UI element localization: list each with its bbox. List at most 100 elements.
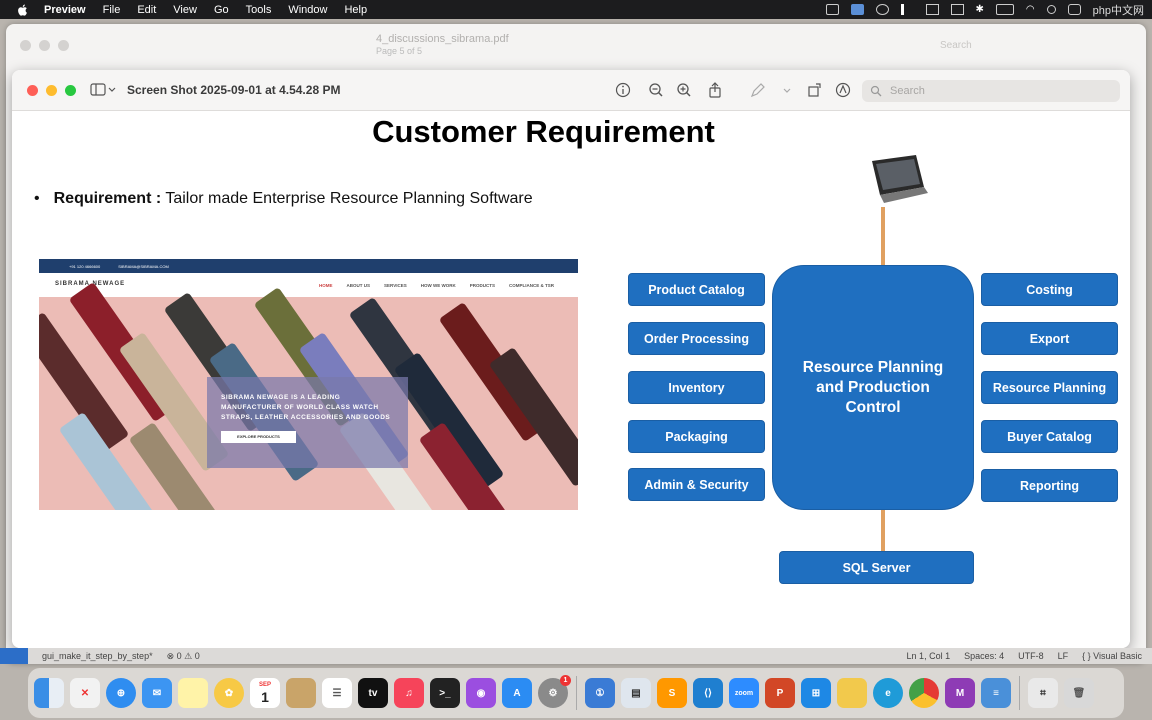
laptop-icon xyxy=(872,155,928,203)
screenshot-icon[interactable]: ⌗ xyxy=(1028,678,1058,708)
wifi-icon[interactable]: ◠ xyxy=(1026,4,1035,15)
share-icon[interactable] xyxy=(706,81,724,99)
bluetooth-icon[interactable]: ✱ xyxy=(976,4,984,15)
right-box-resource-planning: Resource Planning xyxy=(981,371,1118,404)
pen-icon[interactable] xyxy=(825,4,839,15)
preview-icon[interactable]: ▤ xyxy=(621,678,651,708)
apple-icon[interactable] xyxy=(16,3,30,17)
requirement-text: Tailor made Enterprise Resource Planning… xyxy=(165,190,533,207)
trash-icon[interactable]: 🗑 xyxy=(1064,678,1094,708)
appstore-icon[interactable]: A xyxy=(502,678,532,708)
left-box-admin-security: Admin & Security xyxy=(628,468,765,501)
info-icon[interactable] xyxy=(614,81,632,99)
website-explore-button: EXPLORE PRODUCTS xyxy=(221,431,296,443)
git-branch[interactable]: gui_make_it_step_by_step* xyxy=(42,651,153,661)
dock-separator xyxy=(576,676,577,710)
chevron-down-icon[interactable] xyxy=(778,81,796,99)
notes2-icon[interactable]: ≡ xyxy=(981,678,1011,708)
remote-indicator[interactable] xyxy=(0,648,28,664)
background-window-title: 4_discussions_sibrama.pdf xyxy=(376,33,509,45)
calendar-icon[interactable]: SEP 1 xyxy=(250,678,280,708)
zoom-icon[interactable]: zoom xyxy=(729,678,759,708)
sublime-status-icon[interactable] xyxy=(900,4,914,15)
minimize-window-button[interactable] xyxy=(46,85,57,96)
website-email: SIBRAMA@SIBRAMA.COM xyxy=(118,263,169,269)
cursor-position[interactable]: Ln 1, Col 1 xyxy=(907,651,951,661)
annotate-icon[interactable] xyxy=(834,81,852,99)
terminal-icon[interactable]: >_ xyxy=(430,678,460,708)
website-phone: +91 120 4666600 xyxy=(69,263,101,269)
vscode-icon[interactable]: ⟨⟩ xyxy=(693,678,723,708)
encoding[interactable]: UTF-8 xyxy=(1018,651,1044,661)
editor-status-bar: gui_make_it_step_by_step* ⊗ 0 ⚠ 0 Ln 1, … xyxy=(0,648,1152,664)
podcasts-icon[interactable]: ◉ xyxy=(466,678,496,708)
folder-icon[interactable] xyxy=(837,678,867,708)
connector-top xyxy=(881,207,885,265)
problems-count[interactable]: ⊗ 0 ⚠ 0 xyxy=(167,651,200,662)
chrome-icon[interactable] xyxy=(909,678,939,708)
background-traffic-lights xyxy=(20,40,69,51)
right-box-reporting: Reporting xyxy=(981,469,1118,502)
line-ending[interactable]: LF xyxy=(1058,651,1069,661)
window-icon[interactable] xyxy=(925,4,939,15)
menu-window[interactable]: Window xyxy=(288,4,327,16)
menu-file[interactable]: File xyxy=(103,4,121,16)
notes-icon[interactable] xyxy=(178,678,208,708)
menu-help[interactable]: Help xyxy=(344,4,367,16)
left-box-product-catalog: Product Catalog xyxy=(628,273,765,306)
menu-edit[interactable]: Edit xyxy=(137,4,156,16)
menu-bar: Preview File Edit View Go Tools Window H… xyxy=(0,0,1152,19)
sidebar-toggle-icon[interactable] xyxy=(90,82,118,98)
zoom-out-icon[interactable] xyxy=(647,81,665,99)
menu-view[interactable]: View xyxy=(173,4,197,16)
requirement-label: Requirement : xyxy=(53,190,162,207)
rotate-icon[interactable] xyxy=(806,81,824,99)
sublime-icon[interactable]: S xyxy=(657,678,687,708)
spotlight-icon[interactable] xyxy=(1046,5,1056,14)
search-icon xyxy=(870,85,882,97)
display-icon[interactable] xyxy=(950,4,964,15)
dock: ✕ ⊕ ✉ ✿ SEP 1 ☰ tv ♫ >_ ◉ A ⚙ 1 ① ▤ S ⟨⟩ … xyxy=(28,668,1124,718)
powerpoint-icon[interactable]: P xyxy=(765,678,795,708)
calendar-month: SEP xyxy=(258,682,271,688)
center-box: Resource Planning and Production Control xyxy=(772,265,974,510)
music-icon[interactable]: ♫ xyxy=(394,678,424,708)
reminders-icon[interactable]: ☰ xyxy=(322,678,352,708)
onepassword-icon[interactable]: ① xyxy=(585,678,615,708)
mail-icon[interactable]: ✉ xyxy=(142,678,172,708)
photos-icon[interactable]: ✿ xyxy=(214,678,244,708)
preview-window: Screen Shot 2025-09-01 at 4.54.28 PM Sea… xyxy=(12,70,1130,648)
launchpad-icon[interactable]: ✕ xyxy=(70,678,100,708)
finder-icon[interactable] xyxy=(34,678,64,708)
control-center-icon[interactable] xyxy=(1067,4,1081,15)
maple-icon[interactable]: M xyxy=(945,678,975,708)
left-box-order-processing: Order Processing xyxy=(628,322,765,355)
background-search-field[interactable]: Search xyxy=(918,36,1118,56)
markup-pen-icon[interactable] xyxy=(749,81,767,99)
battery-icon[interactable] xyxy=(995,4,1014,15)
website-hero-text: SIBRAMA NEWAGE IS A LEADING MANUFACTURER… xyxy=(221,394,391,421)
zoom-in-icon[interactable] xyxy=(675,81,693,99)
calendar-status-icon[interactable] xyxy=(850,4,864,15)
right-box-export: Export xyxy=(981,322,1118,355)
background-toolbar: 4_discussions_sibrama.pdf Page 5 of 5 Se… xyxy=(6,24,1146,68)
website-hero-overlay: SIBRAMA NEWAGE IS A LEADING MANUFACTURER… xyxy=(207,377,408,468)
right-box-buyer-catalog: Buyer Catalog xyxy=(981,420,1118,453)
search-input[interactable]: Search xyxy=(862,80,1120,102)
appletv-icon[interactable]: tv xyxy=(358,678,388,708)
menu-go[interactable]: Go xyxy=(214,4,229,16)
menu-app-name[interactable]: Preview xyxy=(44,4,86,16)
indentation[interactable]: Spaces: 4 xyxy=(964,651,1004,661)
close-window-button[interactable] xyxy=(27,85,38,96)
menu-tools[interactable]: Tools xyxy=(246,4,272,16)
windows-icon[interactable]: ⊞ xyxy=(801,678,831,708)
language-mode[interactable]: { } Visual Basic xyxy=(1082,651,1142,661)
edge-icon[interactable]: e xyxy=(873,678,903,708)
background-window-subtitle: Page 5 of 5 xyxy=(376,46,423,56)
settings-icon[interactable]: ⚙ 1 xyxy=(538,675,571,708)
zoom-window-button[interactable] xyxy=(65,85,76,96)
globe-icon[interactable] xyxy=(875,4,889,15)
box-icon[interactable] xyxy=(286,678,316,708)
safari-icon[interactable]: ⊕ xyxy=(106,678,136,708)
left-box-packaging: Packaging xyxy=(628,420,765,453)
